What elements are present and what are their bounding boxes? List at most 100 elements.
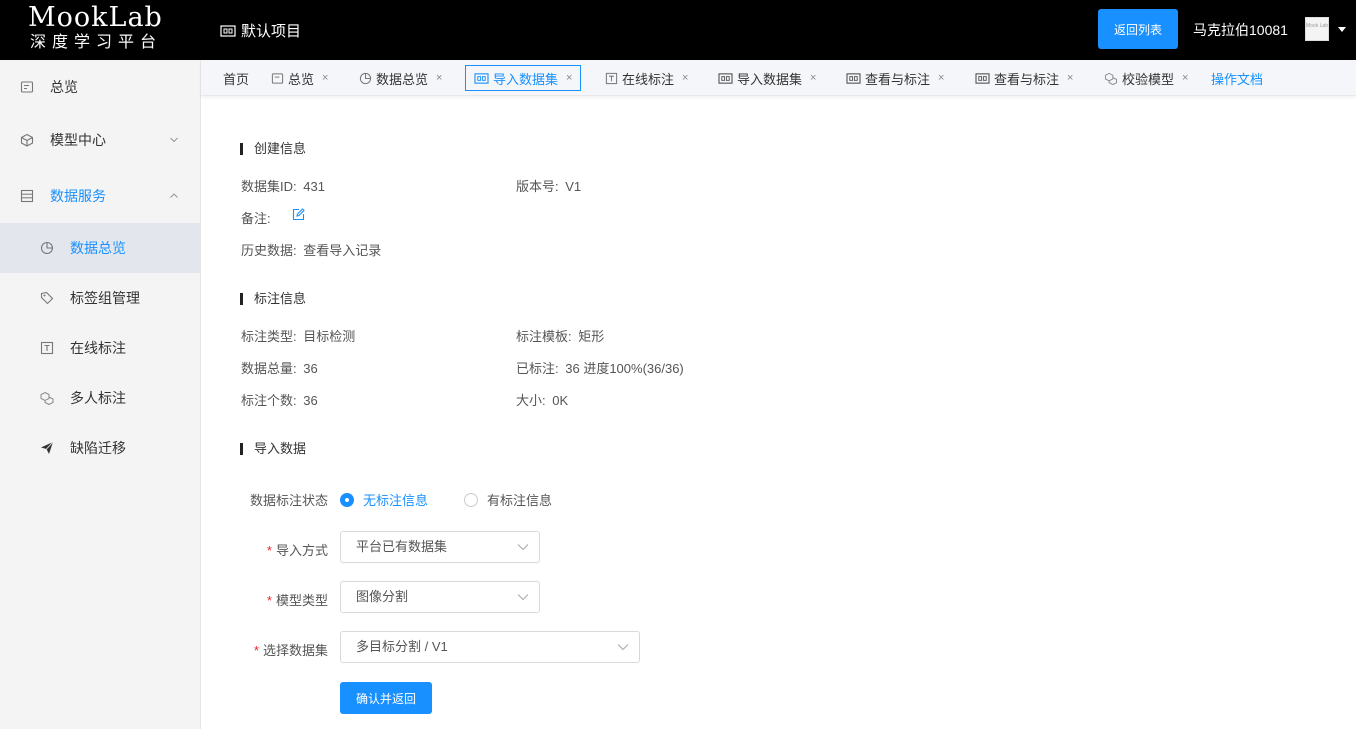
tag-icon [40, 291, 54, 305]
import-method-label-text: 导入方式 [275, 543, 328, 558]
close-icon[interactable]: × [566, 72, 572, 84]
tab-label: 操作文档 [1211, 71, 1264, 87]
required-mark: * [266, 543, 272, 558]
sidebar-item-online-label[interactable]: 在线标注 [0, 323, 200, 373]
close-icon[interactable]: × [1182, 72, 1188, 84]
import-method-select[interactable]: 平台已有数据集 [340, 531, 540, 563]
radio-dot [464, 492, 478, 507]
sidebar-item-tag-group[interactable]: 标签组管理 [0, 273, 200, 323]
chevron-down-icon [617, 644, 629, 651]
sidebar-item-model-center[interactable]: 模型中心 [0, 115, 200, 165]
tab-import-dataset[interactable]: 导入数据集 × [718, 65, 816, 91]
sidebar-item-multi-label[interactable]: 多人标注 [0, 373, 200, 423]
close-icon[interactable]: × [810, 72, 816, 84]
server-icon [20, 189, 34, 203]
pie-chart-icon [40, 241, 54, 255]
sidebar-item-overview[interactable]: 总览 [0, 62, 200, 112]
tab-label: 校验模型 [1122, 71, 1175, 87]
select-dataset-label-text: 选择数据集 [262, 643, 328, 658]
tab-label: 首页 [223, 71, 250, 87]
tab-home[interactable]: 首页 [223, 65, 249, 91]
tab-label: 查看与标注 [994, 71, 1060, 87]
labeled-label: 已标注: [516, 361, 559, 376]
size-value: 0K [552, 393, 569, 408]
version-value: V1 [565, 179, 582, 194]
cube-icon [20, 133, 34, 147]
operation-docs-link[interactable]: 操作文档 [1211, 65, 1263, 91]
tab-label: 查看与标注 [865, 71, 931, 87]
tab-view-and-label-2[interactable]: 查看与标注 × [975, 65, 1073, 91]
label-count-field: 标注个数: 36 [241, 390, 318, 409]
username[interactable]: 马克拉伯10081 [1193, 20, 1288, 40]
send-icon [41, 441, 54, 454]
logo-text: MookLab [28, 2, 163, 33]
label-template-field: 标注模板: 矩形 [516, 326, 604, 345]
version-field: 版本号: V1 [516, 176, 581, 195]
import-method-label: * 导入方式 [236, 540, 328, 559]
close-icon[interactable]: × [682, 72, 688, 84]
sidebar-item-label: 在线标注 [70, 340, 126, 356]
label-type-field: 标注类型: 目标检测 [241, 326, 355, 345]
labeled-value: 36 进度100%(36/36) [565, 361, 684, 376]
chevron-down-icon [517, 544, 529, 551]
pie-chart-icon [359, 72, 372, 84]
sidebar-item-label: 缺陷迁移 [70, 440, 126, 456]
radio-has-label-text: 有标注信息 [487, 493, 553, 508]
text-box-icon [605, 72, 618, 84]
sidebar-item-data-service[interactable]: 数据服务 [0, 171, 200, 221]
tab-label: 导入数据集 [737, 71, 803, 87]
chevron-down-icon [170, 137, 178, 143]
model-type-select[interactable]: 图像分割 [340, 581, 540, 613]
label-template-value: 矩形 [578, 329, 605, 344]
close-icon[interactable]: × [938, 72, 944, 84]
close-icon[interactable]: × [436, 72, 442, 84]
tab-online-label[interactable]: 在线标注 × [605, 65, 688, 91]
dataset-icon [718, 72, 733, 84]
required-mark: * [266, 593, 272, 608]
overview-icon [271, 72, 284, 84]
dataset-id-field: 数据集ID: 431 [241, 176, 325, 195]
close-icon[interactable]: × [322, 72, 328, 84]
import-history-link[interactable]: 查看导入记录 [303, 243, 381, 258]
label-count-value: 36 [303, 393, 318, 408]
dataset-select[interactable]: 多目标分割 / V1 [340, 631, 640, 663]
radio-has-label-info[interactable]: 有标注信息 [464, 490, 552, 509]
logo-subtitle: 深度学习平台 [30, 34, 163, 51]
tab-validate-model[interactable]: 校验模型 × [1104, 65, 1188, 91]
dataset-id-label: 数据集ID: [241, 179, 297, 194]
size-label: 大小: [516, 393, 546, 408]
logo[interactable]: MookLab 深度学习平台 [28, 3, 178, 57]
dataset-value: 多目标分割 / V1 [356, 639, 448, 654]
avatar[interactable]: Mook Lab [1305, 17, 1329, 41]
history-field: 历史数据: 查看导入记录 [241, 240, 381, 259]
version-label: 版本号: [516, 179, 559, 194]
sidebar-item-label: 模型中心 [50, 132, 106, 148]
sidebar-item-data-overview[interactable]: 数据总览 [0, 223, 200, 273]
tab-view-and-label[interactable]: 查看与标注 × [846, 65, 944, 91]
dataset-icon [975, 72, 990, 84]
sidebar-item-label: 数据服务 [50, 188, 106, 204]
radio-dot [340, 492, 354, 507]
tab-import-dataset-active[interactable]: 导入数据集 × [465, 65, 582, 91]
top-bar: MookLab 深度学习平台 默认项目 返回列表 马克拉伯10081 Mook … [0, 0, 1356, 60]
tab-data-overview[interactable]: 数据总览 × [359, 65, 442, 91]
tab-bar: 首页 总览 × 数据总览 × 导入数据集 × 在线标注 × 导入数据集 × 查看… [201, 60, 1356, 96]
text-box-icon [40, 341, 54, 355]
label-status-label: 数据标注状态 [249, 493, 328, 508]
radio-no-label-info[interactable]: 无标注信息 [340, 490, 428, 509]
edit-icon[interactable] [292, 208, 305, 221]
caret-down-icon[interactable] [1338, 27, 1346, 32]
sidebar-item-label: 标签组管理 [70, 290, 140, 306]
tab-overview[interactable]: 总览 × [271, 65, 328, 91]
multi-cube-icon [1104, 72, 1118, 85]
label-type-value: 目标检测 [303, 329, 356, 344]
model-type-value: 图像分割 [356, 589, 409, 604]
model-type-label: * 模型类型 [236, 590, 328, 609]
close-icon[interactable]: × [1067, 72, 1073, 84]
confirm-and-return-button[interactable]: 确认并返回 [340, 682, 432, 714]
sidebar-item-defect-migration[interactable]: 缺陷迁移 [0, 423, 200, 473]
project-selector[interactable]: 默认项目 [220, 20, 301, 41]
note-label: 备注: [241, 211, 271, 226]
radio-no-label-text: 无标注信息 [363, 493, 429, 508]
back-to-list-button[interactable]: 返回列表 [1098, 9, 1178, 49]
